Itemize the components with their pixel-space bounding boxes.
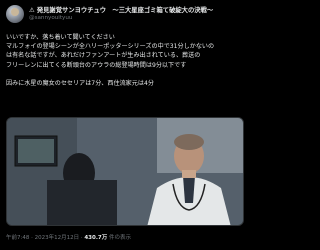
timestamp[interactable]: 午前7:48 · 2023年12月12日 xyxy=(6,235,79,241)
video-still-image xyxy=(7,118,243,225)
tweet-media-image[interactable] xyxy=(6,117,244,226)
tweet-text-line: は有名な話ですが、あれだけファンアートが生み出されている、葬送の xyxy=(6,52,201,60)
tweet-header: ⚠ 発見謝覚サンヨウチュウ 〜三大星座ゴミ箱て破綻大の決戦〜 @sannyoui… xyxy=(6,4,244,28)
tweet-text: いいですか、落ち着いて聞いてください マルフォイの登場シーンが全ハリーポッターシ… xyxy=(6,33,244,88)
tweet-text-line: フリーレンに出てくる断頭台のアウラの総登場時間は9分以下です xyxy=(6,61,187,69)
tweet-text-line: 因みに水星の魔女のセセリアは7分、西住流家元は4分 xyxy=(6,79,154,87)
display-name[interactable]: ⚠ 発見謝覚サンヨウチュウ 〜三大星座ゴミ箱て破綻大の決戦〜 xyxy=(29,5,213,14)
tweet-meta: 午前7:48 · 2023年12月12日 · 430.7万 件の表示 xyxy=(6,235,132,241)
views-count: 430.7万 xyxy=(84,235,108,241)
avatar[interactable] xyxy=(6,5,24,23)
tweet-card: ⚠ 発見謝覚サンヨウチュウ 〜三大星座ゴミ箱て破綻大の決戦〜 @sannyoui… xyxy=(0,0,249,250)
tweet-text-line: いいですか、落ち着いて聞いてください xyxy=(6,34,115,41)
tweet-text-line: マルフォイの登場シーンが全ハリーポッターシリーズの中で31分しかないの xyxy=(6,43,215,51)
user-handle[interactable]: @sannyouityuu xyxy=(29,15,72,21)
views-label: 件の表示 xyxy=(109,235,132,241)
